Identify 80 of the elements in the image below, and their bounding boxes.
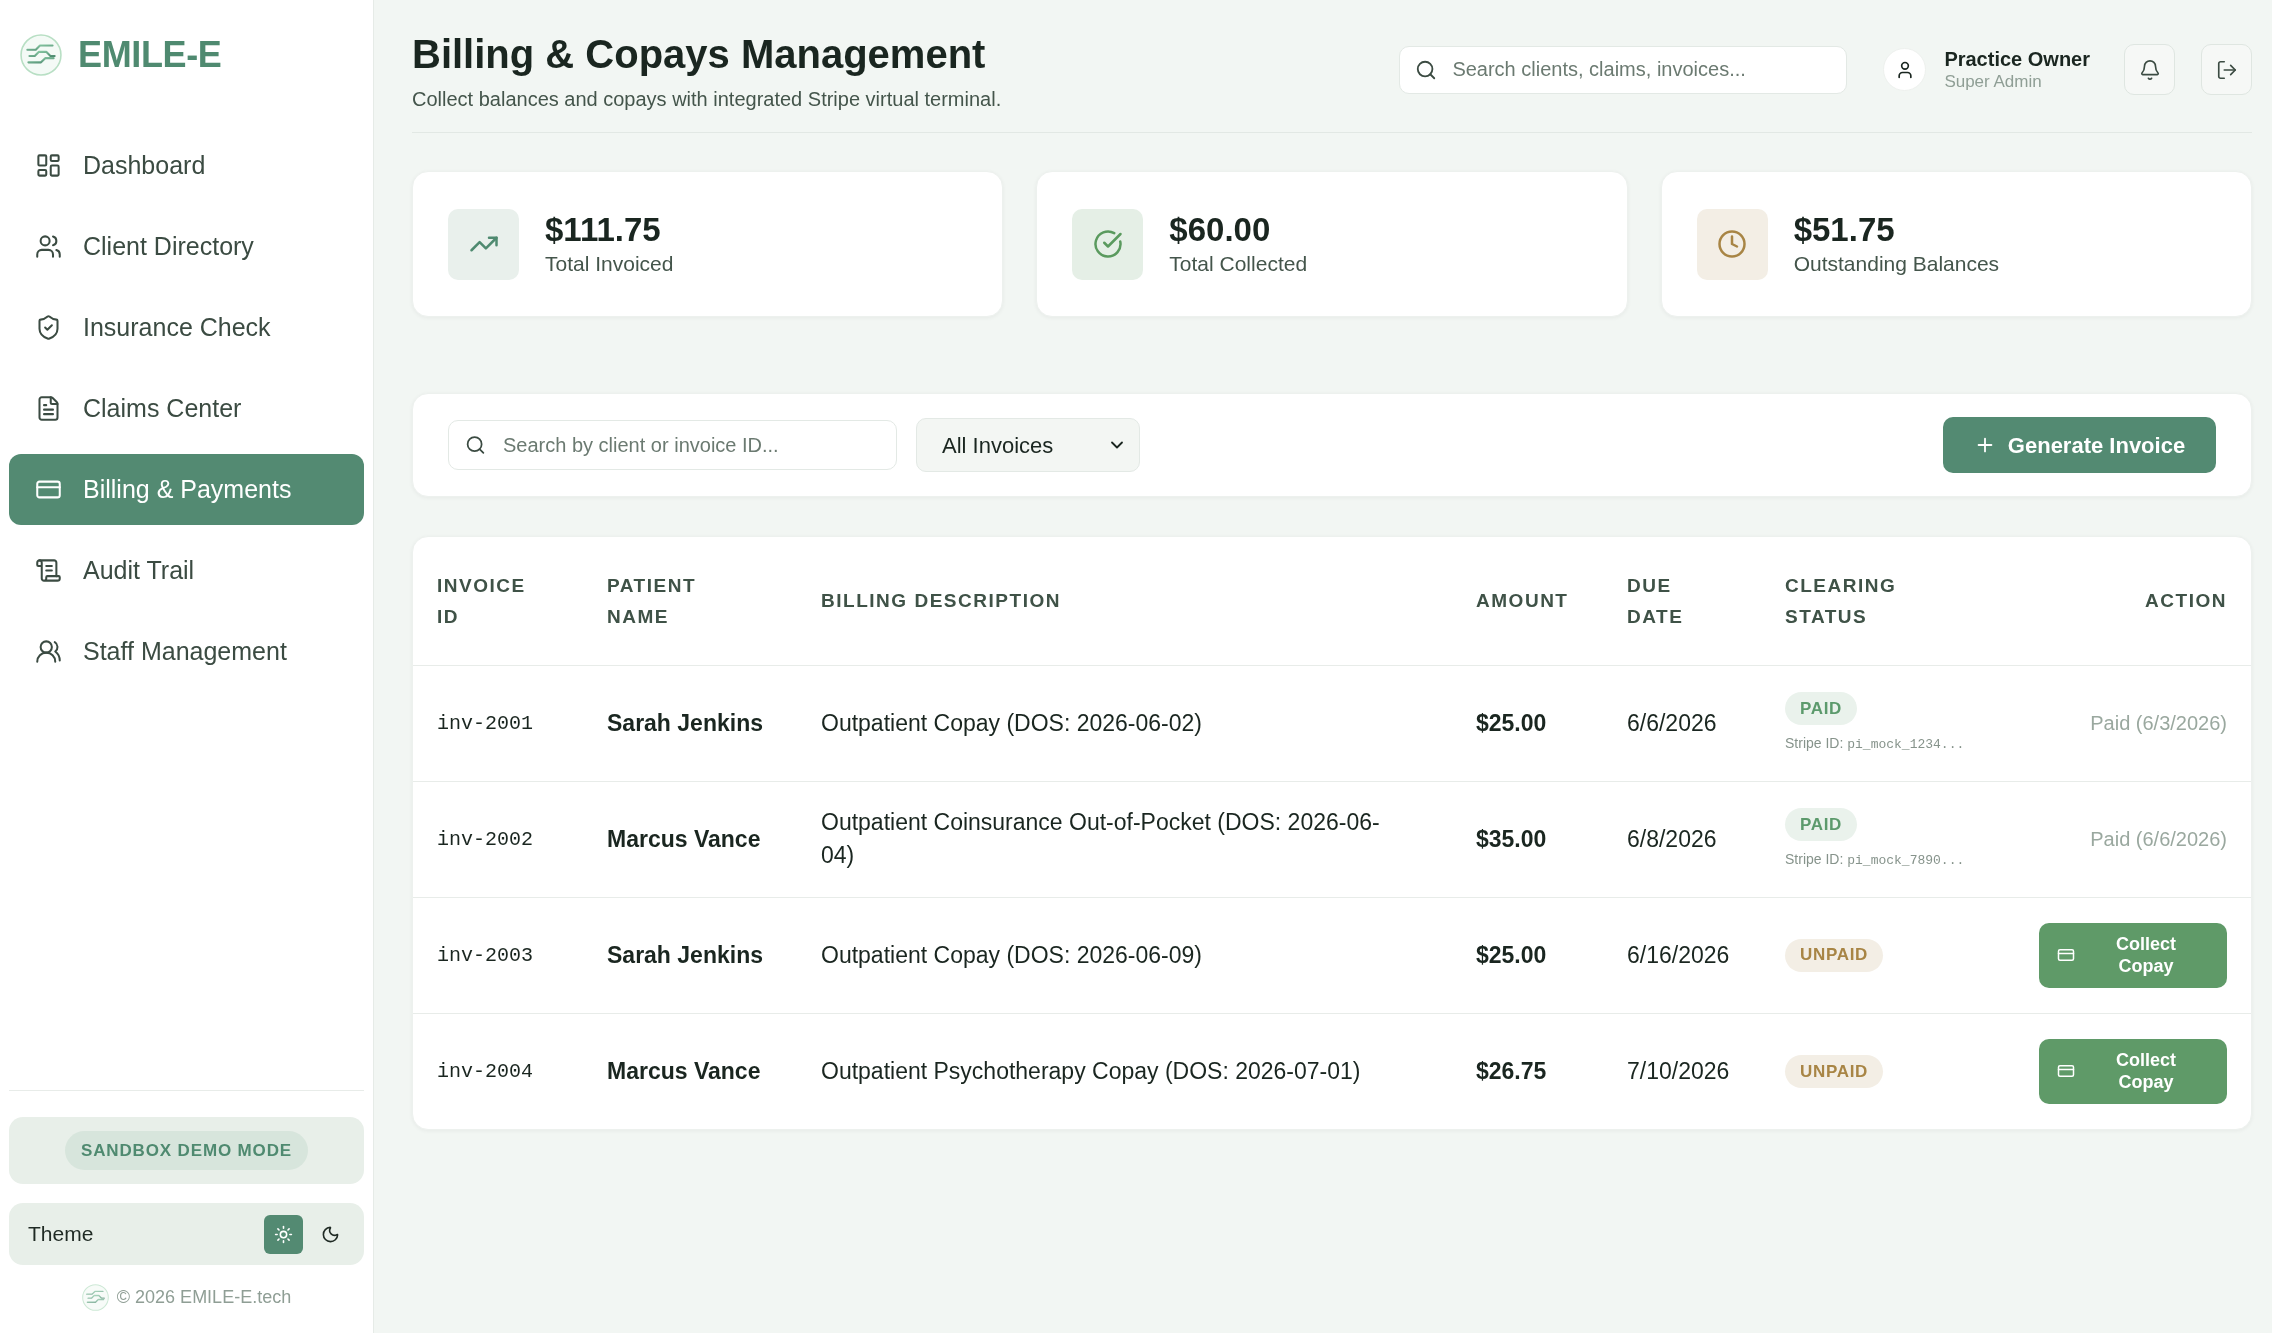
sidebar-nav-item[interactable]: Dashboard [9, 130, 364, 201]
invoice-filter-select[interactable]: All Invoices [916, 418, 1140, 472]
sidebar-nav-item[interactable]: Insurance Check [9, 292, 364, 363]
table-cell: Outpatient Coinsurance Out-of-Pocket (DOS: 2026-06-04) [797, 781, 1452, 897]
table-cell: $26.75 [1452, 1013, 1603, 1129]
light-theme-button[interactable] [264, 1214, 303, 1254]
table-cell: Sarah Jenkins [583, 897, 797, 1013]
table-cell: inv-2004 [413, 1013, 583, 1129]
scroll-icon [35, 557, 62, 584]
sidebar-nav-item[interactable]: Client Directory [9, 211, 364, 282]
user-role: Super Admin [1944, 70, 2043, 93]
table-cell: Outpatient Psychotherapy Copay (DOS: 2026-07-01) [797, 1013, 1452, 1129]
brand-logo-icon [81, 1284, 109, 1311]
brand-logo-icon [20, 34, 62, 76]
shield-check-icon [35, 314, 62, 341]
dashboard-grid-icon [35, 152, 62, 179]
table-cell: $35.00 [1452, 781, 1603, 897]
sandbox-mode-badge: SANDBOX DEMO MODE [65, 1131, 308, 1170]
sidebar-nav-item[interactable]: Staff Management [9, 616, 364, 687]
table-cell: inv-2002 [413, 781, 583, 897]
copyright-text: © 2026 EMILE-E.tech [116, 1286, 292, 1309]
table-cell: 7/10/2026 [1603, 1013, 1761, 1129]
table-cell: 6/8/2026 [1603, 781, 1761, 897]
stat-label: Total Invoiced [545, 251, 674, 277]
status-badge: UNPAID [1785, 1054, 1883, 1088]
table-cell: $25.00 [1452, 665, 1603, 781]
brand-name: EMILE-E [78, 33, 222, 77]
table-cell: Marcus Vance [583, 1013, 797, 1129]
status-badge: PAID [1785, 691, 1858, 725]
logout-button[interactable] [2201, 44, 2252, 95]
sidebar-nav-item[interactable]: Audit Trail [9, 535, 364, 606]
search-icon [1415, 58, 1438, 81]
logout-icon [2215, 58, 2238, 81]
column-header: BILLING DESCRIPTION [797, 537, 1452, 665]
page-subtitle: Collect balances and copays with integrated Stripe virtual terminal. [412, 87, 1002, 112]
table-cell: Outpatient Copay (DOS: 2026-06-09) [797, 897, 1452, 1013]
invoice-search-field[interactable]: Search by client or invoice ID... [448, 420, 897, 470]
search-icon [465, 434, 486, 456]
payment-status-text: Paid (6/3/2026) [2090, 712, 2227, 734]
sun-icon [274, 1224, 293, 1244]
column-header: AMOUNT [1452, 537, 1603, 665]
stat-label: Outstanding Balances [1793, 251, 2000, 277]
document-icon [35, 395, 62, 422]
column-header: PATIENT NAME [583, 537, 797, 665]
table-cell: inv-2003 [413, 897, 583, 1013]
moon-icon [321, 1224, 340, 1244]
page-title: Billing & Copays Management [412, 31, 987, 78]
payment-status-text: Paid (6/6/2026) [2090, 828, 2227, 850]
stat-value: $51.75 [1793, 210, 1896, 250]
table-cell: Outpatient Copay (DOS: 2026-06-02) [797, 665, 1452, 781]
stripe-id-text: Stripe ID: pi_mock_1234... [1785, 733, 1965, 754]
status-badge: UNPAID [1785, 938, 1883, 972]
user-name: Practice Owner [1944, 46, 2090, 71]
table-cell: $25.00 [1452, 897, 1603, 1013]
people-icon [35, 638, 62, 665]
stripe-id-text: Stripe ID: pi_mock_7890... [1785, 849, 1965, 870]
stat-label: Total Collected [1169, 251, 1308, 277]
sidebar-nav-item[interactable]: Billing & Payments [9, 454, 364, 525]
table-cell: Marcus Vance [583, 781, 797, 897]
notifications-button[interactable] [2124, 44, 2175, 95]
table-cell: 6/6/2026 [1603, 665, 1761, 781]
stat-value: $111.75 [545, 210, 662, 250]
table-cell: 6/16/2026 [1603, 897, 1761, 1013]
sidebar-nav-item[interactable]: Claims Center [9, 373, 364, 444]
bell-icon [2138, 58, 2161, 81]
generate-invoice-button[interactable]: Generate Invoice [1943, 417, 2216, 473]
clock-icon [1696, 208, 1768, 280]
status-badge: PAID [1785, 807, 1858, 841]
column-header: DUE DATE [1603, 537, 1761, 665]
column-header: INVOICE ID [413, 537, 583, 665]
trend-up-icon [448, 208, 519, 280]
people-icon [35, 233, 62, 260]
global-search-field[interactable]: Search clients, claims, invoices... [1399, 45, 1848, 94]
theme-label: Theme [28, 1221, 94, 1248]
column-header: ACTION [2001, 537, 2251, 665]
column-header: CLEARING STATUS [1761, 537, 2001, 665]
table-cell: Sarah Jenkins [583, 665, 797, 781]
stat-value: $60.00 [1169, 210, 1272, 250]
table-cell: inv-2001 [413, 665, 583, 781]
credit-card-icon [2057, 946, 2075, 964]
